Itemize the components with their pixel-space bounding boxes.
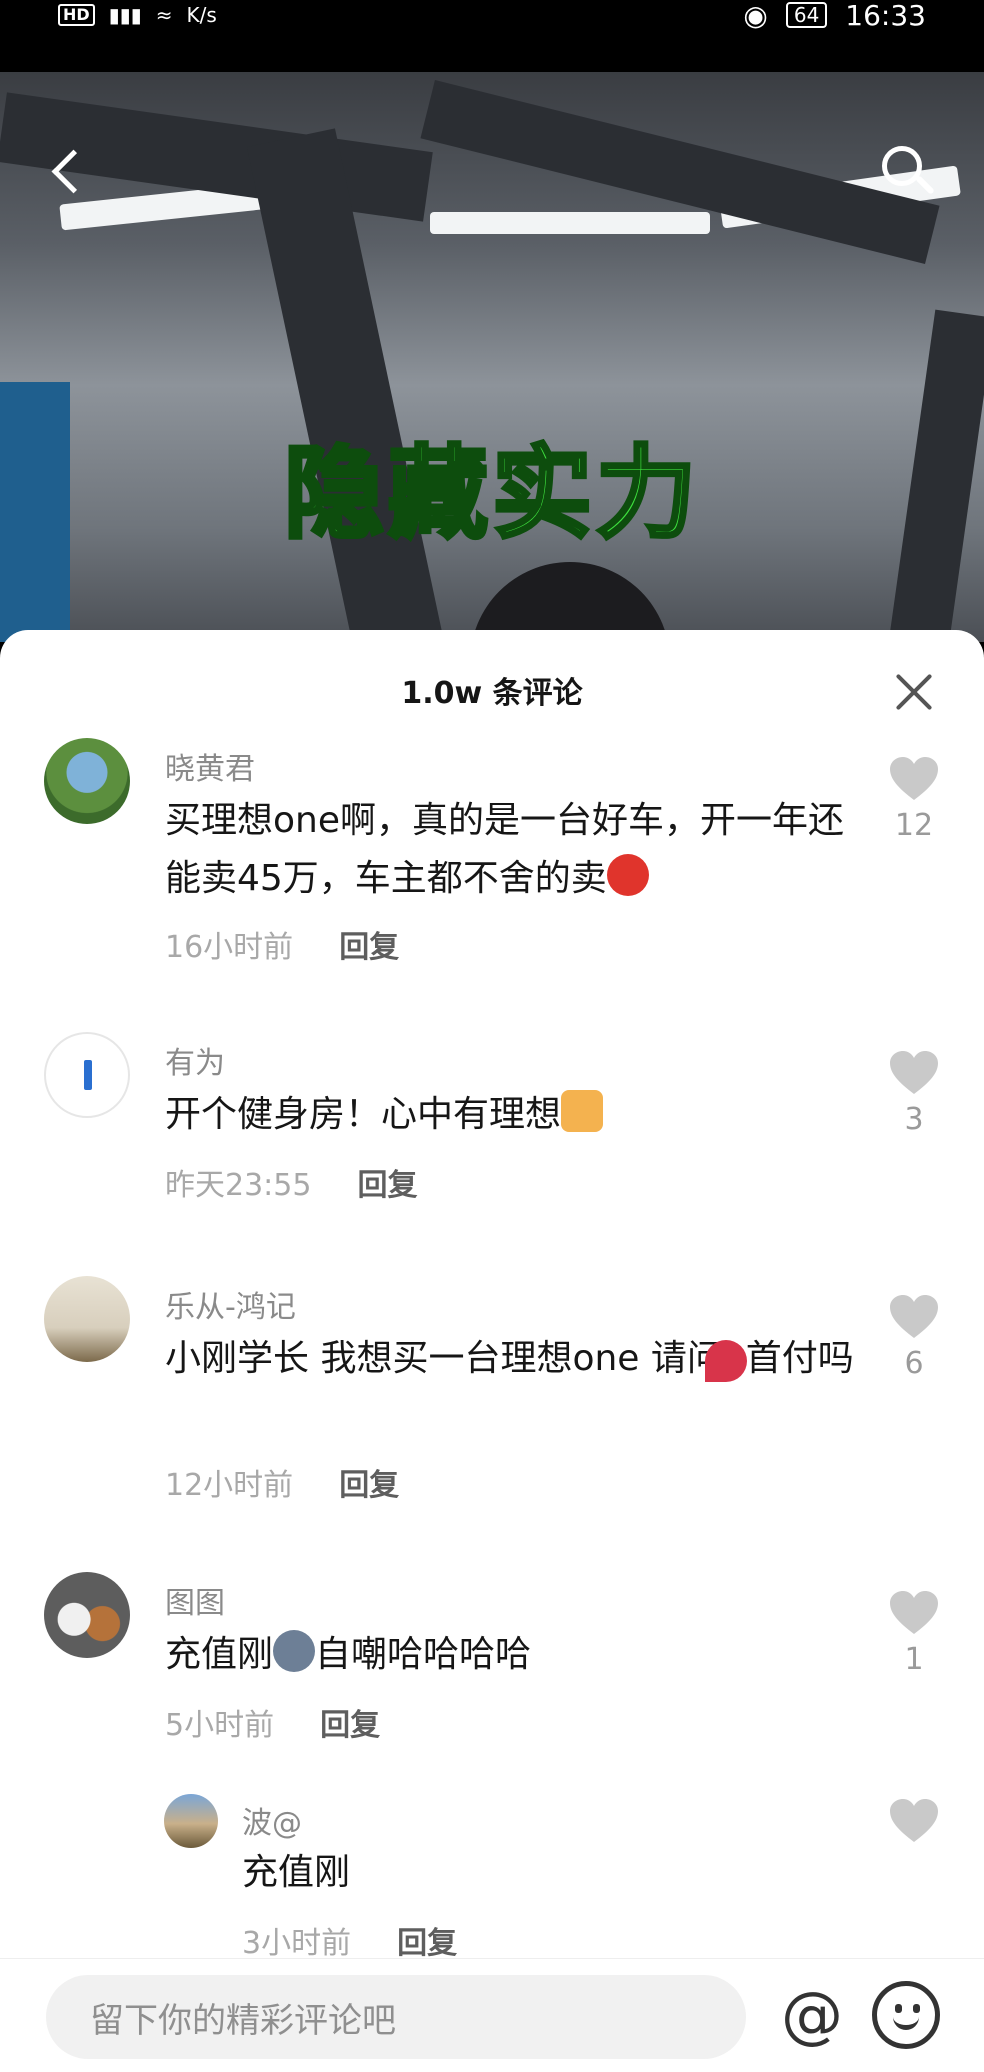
heart-icon [890, 1051, 938, 1094]
mention-at-icon[interactable]: @ [772, 1975, 852, 2055]
reply-button[interactable]: 回复 [339, 922, 399, 966]
husky-dog-emoji-icon [273, 1630, 316, 1672]
reply-button[interactable]: 回复 [397, 1918, 457, 1962]
comment-text: 开个健身房！心中有理想 [165, 1086, 865, 1144]
like-button[interactable] [884, 1798, 944, 1844]
like-button[interactable]: 6 [884, 1294, 944, 1381]
battery-icon: 64 [785, 2, 828, 28]
comment-meta: 16小时前 回复 [165, 922, 399, 966]
status-left: HD ▮▮▮ ≈ K/s [58, 0, 217, 30]
search-button[interactable] [878, 142, 938, 202]
heart-icon [890, 757, 938, 800]
comment-time: 5小时前 [165, 1708, 275, 1743]
comment-item: 乐从-鸿记 小刚学长 我想买一台理想one 请问0首付吗 12小时前 回复 6 [0, 1276, 984, 1520]
comment-text: 充值刚 [242, 1852, 351, 1893]
reply-button[interactable]: 回复 [357, 1160, 417, 1204]
wifi-icon: ≈ [155, 3, 173, 27]
status-right: ◉ 64 16:33 [743, 0, 926, 32]
tie-icon [84, 1060, 92, 1090]
status-time: 16:33 [845, 0, 926, 32]
comment-author[interactable]: 晓黄君 [165, 744, 255, 788]
comment-input-bar: 留下你的精彩评论吧 @ [0, 1958, 984, 2072]
avatar[interactable] [44, 1572, 130, 1658]
back-button[interactable] [46, 144, 86, 204]
comments-count-title: 1.0w 条评论 [401, 676, 583, 711]
comment-text: 小刚学长 我想买一台理想one 请问0首付吗 [165, 1338, 854, 1379]
like-count: 6 [904, 1346, 924, 1381]
comments-sheet: 1.0w 条评论 晓黄君 买理想one啊，真的是一台好车，开一年还能卖45万，车… [0, 630, 984, 2072]
status-bar: HD ▮▮▮ ≈ K/s ◉ 64 16:33 [0, 0, 984, 72]
reply-item: 波@ 充值刚 3小时前 回复 [0, 1794, 984, 1961]
like-count: 3 [904, 1102, 924, 1137]
avatar[interactable] [164, 1794, 218, 1848]
heart-icon [890, 1591, 938, 1634]
heart-icon [890, 1799, 938, 1842]
like-button[interactable]: 3 [884, 1050, 944, 1137]
thumbs-up-emoji-icon [561, 1090, 604, 1132]
emoji-smile-icon[interactable] [872, 1981, 940, 2049]
comment-input[interactable]: 留下你的精彩评论吧 [46, 1975, 746, 2059]
video-player[interactable]: 隐藏实力 [0, 72, 984, 642]
net-speed: K/s [186, 3, 217, 27]
like-count: 1 [904, 1642, 924, 1677]
ceiling-light [430, 212, 710, 234]
comment-author[interactable]: 乐从-鸿记 [165, 1282, 296, 1326]
reply-button[interactable]: 回复 [320, 1700, 380, 1744]
hd-icon: HD [58, 4, 95, 26]
comment-author[interactable]: 图图 [165, 1578, 225, 1622]
avatar[interactable] [44, 1276, 130, 1362]
comment-author[interactable]: 有为 [165, 1038, 225, 1082]
comment-time: 12小时前 [165, 1468, 294, 1503]
reply-button[interactable]: 回复 [339, 1460, 399, 1504]
avatar[interactable] [44, 1032, 130, 1118]
eye-icon: ◉ [743, 0, 768, 32]
comment-item: 有为 开个健身房！心中有理想 昨天23:55 回复 3 [0, 1032, 984, 1232]
signal-icon: ▮▮▮ [108, 3, 142, 27]
comment-meta: 3小时前 回复 [242, 1918, 457, 1962]
like-count: 12 [894, 808, 934, 843]
comment-time: 16小时前 [165, 930, 294, 965]
rose-emoji-icon [705, 1340, 747, 1382]
comment-author[interactable]: 波@ [242, 1798, 302, 1842]
machine-frame [420, 79, 940, 265]
heart-icon [890, 1295, 938, 1338]
video-caption: 隐藏实力 [282, 433, 700, 554]
comment-text: 买理想one啊，真的是一台好车，开一年还能卖45万，车主都不舍的卖 [165, 800, 844, 899]
comment-item: 晓黄君 买理想one啊，真的是一台好车，开一年还能卖45万，车主都不舍的卖 16… [0, 738, 984, 974]
comment-meta: 12小时前 回复 [165, 1460, 399, 1504]
comment-text: 充值刚 自嘲哈哈哈哈 [165, 1626, 865, 1684]
like-button[interactable]: 1 [884, 1590, 944, 1677]
angry-face-emoji-icon [606, 854, 649, 896]
comment-time: 3小时前 [242, 1926, 352, 1961]
comment-meta: 5小时前 回复 [165, 1700, 380, 1744]
comment-meta: 昨天23:55 回复 [165, 1160, 417, 1204]
avatar[interactable] [44, 738, 130, 824]
like-button[interactable]: 12 [884, 756, 944, 843]
comment-time: 昨天23:55 [165, 1168, 312, 1203]
comment-item: 图图 充值刚 自嘲哈哈哈哈 5小时前 回复 1 波@ 充值刚 3小时前 回复 [0, 1572, 984, 1961]
close-icon[interactable] [894, 672, 934, 712]
